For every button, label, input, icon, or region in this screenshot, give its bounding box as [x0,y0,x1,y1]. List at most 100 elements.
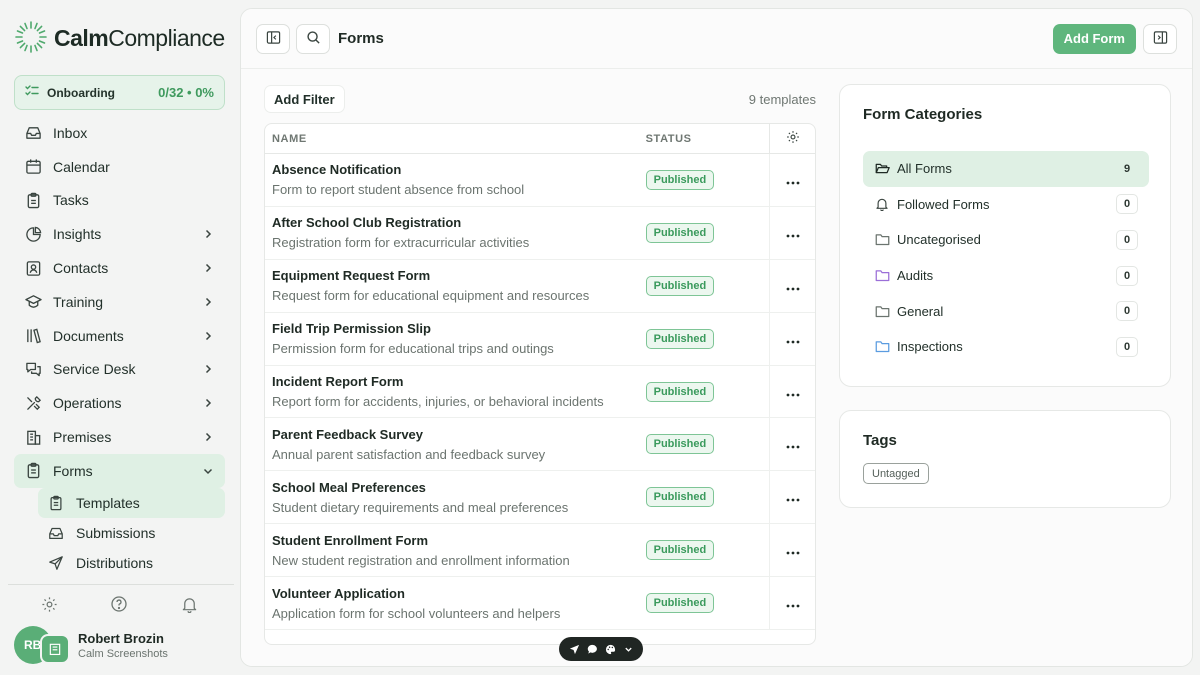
nav-item-forms[interactable]: Forms [14,453,225,488]
search-button[interactable] [296,23,330,54]
table-row[interactable]: Incident Report Form Report form for acci… [265,365,815,419]
table-row[interactable]: Equipment Request Form Request form for e… [265,259,815,313]
template-count: 9 templates [748,91,816,107]
nav-item-insights[interactable]: Insights [14,217,225,251]
subnav-item-templates[interactable]: Templates [38,487,225,518]
sidebar-panel-icon [266,30,281,48]
row-status-cell: Published [639,540,770,561]
category-item[interactable]: Audits 0 [863,258,1149,294]
subnav-item-distributions[interactable]: Distributions [38,548,225,578]
form-categories-card: Form Categories All Forms 9 Followed Forms… [839,84,1171,387]
nav-item-calendar[interactable]: Calendar [14,150,225,184]
row-actions-button[interactable] [769,154,815,206]
top-bar: Forms Add Form [241,9,1192,69]
chevron-right-icon [201,362,215,376]
column-header-name[interactable]: NAME [265,133,639,145]
table-row[interactable]: Field Trip Permission Slip Permission for… [265,312,815,366]
row-title[interactable]: After School Club Registration [272,215,639,230]
nav-item-contacts[interactable]: Contacts [14,251,225,285]
user-text: Robert Brozin Calm Screenshots [78,631,168,660]
nav-item-inbox[interactable]: Inbox [14,116,225,150]
settings-gear-icon[interactable] [37,592,61,616]
table-row[interactable]: School Meal Preferences Student dietary r… [265,471,815,525]
chevron-right-icon [201,295,215,309]
row-actions-button[interactable] [769,365,815,418]
category-item[interactable]: Inspections 0 [863,329,1149,365]
row-title[interactable]: Equipment Request Form [272,268,639,283]
category-item[interactable]: Followed Forms 0 [863,187,1149,223]
table-row[interactable]: Absence Notification Form to report stude… [265,154,815,207]
column-header-status[interactable]: STATUS [639,133,770,145]
row-name-cell: Absence Notification Form to report stude… [265,162,639,197]
category-count: 0 [1116,194,1138,215]
row-actions-button[interactable] [769,524,815,577]
organisation-icon [40,634,70,664]
table-row[interactable]: Volunteer Application Application form fo… [265,577,815,631]
floating-toolbar[interactable] [559,637,643,661]
row-actions-button[interactable] [769,259,815,312]
row-title[interactable]: Volunteer Application [272,586,639,601]
subnav-item-submissions[interactable]: Submissions [38,518,225,548]
notifications-bell-icon[interactable] [178,592,202,616]
nav-label: Calendar [53,158,110,175]
calendar-icon [24,158,42,176]
help-icon[interactable] [107,592,131,616]
nav-item-training[interactable]: Training [14,285,225,319]
row-status-cell: Published [639,381,770,402]
avatar: RB [14,626,70,664]
library-icon [24,327,42,345]
category-item[interactable]: Uncategorised 0 [863,222,1149,258]
palette-icon[interactable] [603,642,617,656]
row-title[interactable]: Absence Notification [272,162,639,177]
nav-item-premises[interactable]: Premises [14,420,225,454]
row-actions-button[interactable] [769,312,815,365]
nav-item-tasks[interactable]: Tasks [14,184,225,218]
app-logo[interactable]: CalmCompliance [14,20,225,57]
status-badge: Published [645,275,715,296]
row-description: Student dietary requirements and meal pr… [272,499,569,515]
row-title[interactable]: Incident Report Form [272,374,639,389]
onboarding-progress[interactable]: Onboarding 0/32 • 0% [14,75,225,110]
nav-item-operations[interactable]: Operations [14,386,225,420]
row-status-cell: Published [639,169,770,190]
row-actions-button[interactable] [769,418,815,471]
nav-item-service-desk[interactable]: Service Desk [14,353,225,387]
row-name-cell: Student Enrollment Form New student regis… [265,533,639,568]
add-filter-button[interactable]: Add Filter [264,85,345,113]
logo-text: CalmCompliance [54,25,225,51]
user-organisation: Calm Screenshots [78,647,168,660]
add-form-button[interactable]: Add Form [1052,23,1136,54]
row-actions-button[interactable] [769,206,815,259]
inbox-icon [24,124,42,142]
table-row[interactable]: Parent Feedback Survey Annual parent sati… [265,418,815,472]
category-label: Followed Forms [897,196,990,212]
row-title[interactable]: Student Enrollment Form [272,533,639,548]
comment-icon[interactable] [585,642,599,656]
row-description: Application form for school volunteers a… [272,605,561,621]
column-settings-button[interactable] [769,124,815,154]
folder-icon [874,268,890,284]
table-row[interactable]: Student Enrollment Form New student regis… [265,524,815,578]
category-label: All Forms [897,161,952,177]
category-item[interactable]: General 0 [863,293,1149,329]
row-actions-button[interactable] [769,577,815,630]
row-description: Registration form for extracurricular ac… [272,235,530,251]
row-title[interactable]: Field Trip Permission Slip [272,321,639,336]
nav-label: Contacts [53,260,109,277]
row-title[interactable]: Parent Feedback Survey [272,427,639,442]
send-icon[interactable] [567,642,581,656]
more-horizontal-icon [786,331,800,347]
user-profile[interactable]: RB Robert Brozin Calm Screenshots [14,626,168,664]
nav-item-documents[interactable]: Documents [14,319,225,353]
toggle-details-panel-button[interactable] [1143,23,1177,54]
toggle-sidebar-button[interactable] [256,23,290,54]
content-area: Add Filter 9 templates NAME STATUS Absen… [241,69,1192,666]
row-name-cell: School Meal Preferences Student dietary r… [265,480,639,515]
chevron-down-icon[interactable] [621,642,635,656]
row-title[interactable]: School Meal Preferences [272,480,639,495]
category-item[interactable]: All Forms 9 [863,151,1149,187]
row-actions-button[interactable] [769,471,815,524]
tag-pill-untagged[interactable]: Untagged [863,463,929,484]
table-row[interactable]: After School Club Registration Registrati… [265,206,815,260]
graduation-cap-icon [24,293,42,311]
